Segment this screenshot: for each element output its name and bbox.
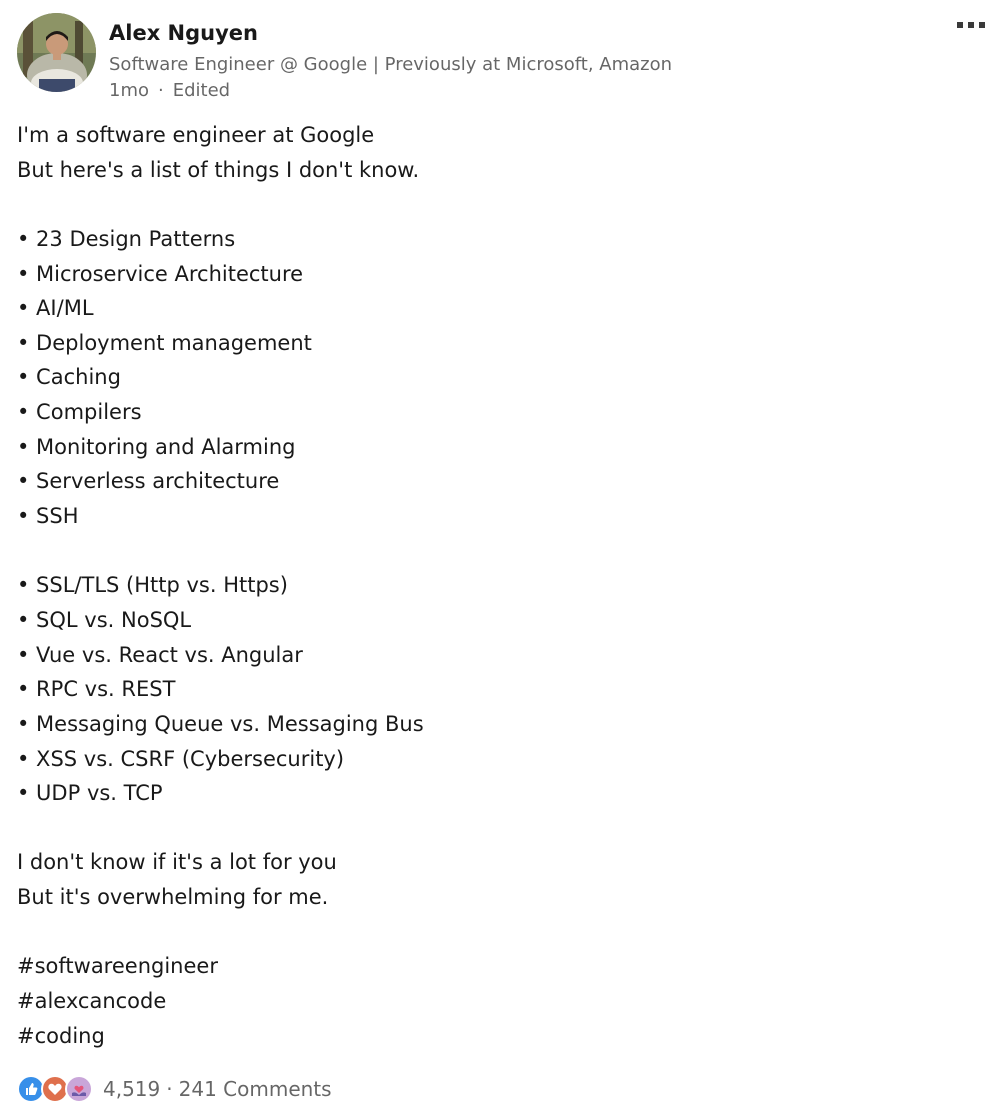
author-headline: Software Engineer @ Google | Previously …: [109, 54, 673, 75]
more-dot-icon: [968, 22, 974, 28]
support-icon: [65, 1075, 93, 1103]
bullet-item: • Deployment management: [17, 330, 312, 355]
bullet-item: • Messaging Queue vs. Messaging Bus: [17, 711, 424, 736]
bullet-item: • XSS vs. CSRF (Cybersecurity): [17, 746, 345, 771]
avatar-photo-icon: [17, 13, 96, 92]
text-line: But it's overwhelming for me.: [17, 885, 329, 910]
bullet-item: • Compilers: [17, 400, 142, 425]
post-time: 1mo: [109, 80, 149, 101]
text-line: I don't know if it's a lot for you: [17, 850, 337, 875]
comments-count-link[interactable]: 241 Comments: [179, 1077, 332, 1101]
reaction-icons[interactable]: [17, 1075, 93, 1103]
meta-separator: ·: [158, 80, 164, 101]
author-avatar[interactable]: [17, 13, 96, 92]
author-name[interactable]: Alex Nguyen: [109, 19, 258, 47]
bullet-item: • Monitoring and Alarming: [17, 434, 296, 459]
more-options-button[interactable]: [950, 12, 992, 38]
bullet-item: • SSH: [17, 504, 79, 529]
hashtag-line[interactable]: #coding: [17, 1019, 977, 1054]
bullet-item: • RPC vs. REST: [17, 677, 176, 702]
post-text: I'm a software engineer at Google But her…: [17, 118, 977, 1053]
bullet-item: • AI/ML: [17, 296, 94, 321]
bullet-item: • UDP vs. TCP: [17, 781, 163, 806]
feed-post: Alex Nguyen Software Engineer @ Google |…: [0, 0, 995, 1109]
social-counts: 4,519 · 241 Comments: [17, 1074, 332, 1104]
hashtag-line[interactable]: #alexcancode: [17, 984, 977, 1019]
post-meta: 1mo · Edited: [109, 79, 230, 103]
text-line: But here's a list of things I don't know…: [17, 157, 420, 182]
bullet-item: • Caching: [17, 365, 121, 390]
bullet-item: • Serverless architecture: [17, 469, 280, 494]
bullet-item: • Vue vs. React vs. Angular: [17, 642, 303, 667]
social-separator: ·: [166, 1077, 173, 1101]
bullet-item: • Microservice Architecture: [17, 261, 304, 286]
bullet-item: • SQL vs. NoSQL: [17, 607, 192, 632]
bullet-item: • SSL/TLS (Http vs. Https): [17, 573, 288, 598]
hashtag-line[interactable]: #softwareengineer: [17, 949, 977, 984]
more-dot-icon: [957, 22, 963, 28]
more-dot-icon: [979, 22, 985, 28]
text-line: I'm a software engineer at Google: [17, 123, 375, 147]
reaction-count[interactable]: 4,519: [103, 1077, 160, 1101]
edited-label: Edited: [172, 80, 231, 101]
bullet-item: • 23 Design Patterns: [17, 226, 236, 251]
